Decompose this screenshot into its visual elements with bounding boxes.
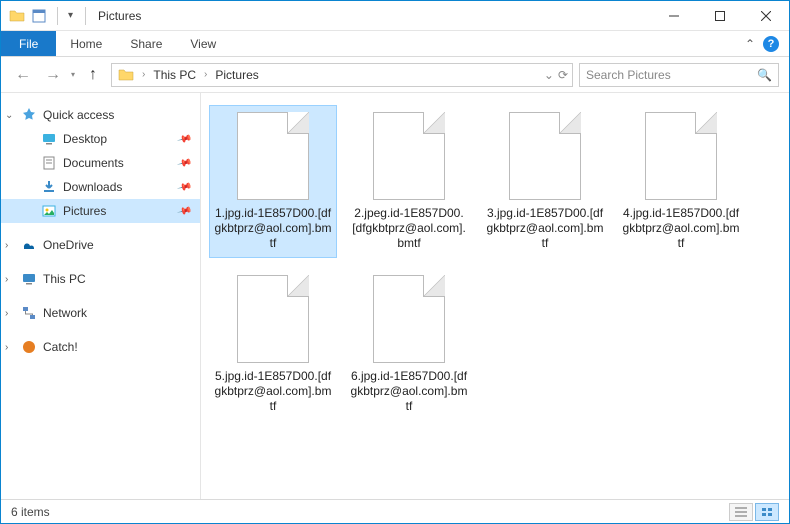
tab-share[interactable]: Share — [116, 31, 176, 56]
qat-separator — [57, 7, 58, 25]
pin-icon: 📌 — [176, 155, 192, 171]
chevron-right-icon[interactable]: › — [200, 69, 211, 80]
file-icon — [237, 275, 309, 363]
close-button[interactable] — [743, 1, 789, 31]
network-icon — [21, 305, 37, 321]
pin-icon: 📌 — [176, 203, 192, 219]
sidebar-item-label: Desktop — [63, 132, 107, 146]
file-name: 6.jpg.id-1E857D00.[dfgkbtprz@aol.com].bm… — [350, 369, 468, 414]
file-item[interactable]: 4.jpg.id-1E857D00.[dfgkbtprz@aol.com].bm… — [617, 105, 745, 258]
sidebar-item-desktop[interactable]: Desktop 📌 — [1, 127, 200, 151]
history-dropdown[interactable]: ▾ — [71, 70, 75, 79]
sidebar-item-label: Downloads — [63, 180, 122, 194]
desktop-icon — [41, 131, 57, 147]
back-button[interactable]: ← — [11, 63, 35, 87]
file-item[interactable]: 3.jpg.id-1E857D00.[dfgkbtprz@aol.com].bm… — [481, 105, 609, 258]
star-icon — [21, 107, 37, 123]
file-icon — [509, 112, 581, 200]
sidebar-thispc[interactable]: › This PC — [1, 267, 200, 291]
breadcrumb-item-pictures[interactable]: Pictures — [213, 68, 260, 82]
qat-customize-arrow[interactable]: ▾ — [68, 10, 73, 21]
search-icon: 🔍 — [757, 68, 772, 82]
icons-view-button[interactable] — [755, 503, 779, 521]
file-icon — [373, 112, 445, 200]
pictures-icon — [41, 203, 57, 219]
file-icon — [373, 275, 445, 363]
onedrive-icon — [21, 237, 37, 253]
expander-icon[interactable]: ⌄ — [5, 110, 15, 121]
navbar: ← → ▾ ↑ › This PC › Pictures ⌄ ⟳ 🔍 — [1, 57, 789, 93]
sidebar-onedrive[interactable]: › OneDrive — [1, 233, 200, 257]
file-item[interactable]: 5.jpg.id-1E857D00.[dfgkbtprz@aol.com].bm… — [209, 268, 337, 421]
help-icon[interactable]: ? — [763, 36, 779, 52]
up-button[interactable]: ↑ — [81, 63, 105, 87]
main: ⌄ Quick access Desktop📌Documents📌Downloa… — [1, 93, 789, 499]
file-icon — [237, 112, 309, 200]
sidebar-item-documents[interactable]: Documents 📌 — [1, 151, 200, 175]
file-item[interactable]: 2.jpeg.id-1E857D00.[dfgkbtprz@aol.com].b… — [345, 105, 473, 258]
refresh-icon[interactable]: ⟳ — [558, 68, 568, 82]
sidebar-item-label: OneDrive — [43, 238, 94, 252]
titlebar: ▾ Pictures — [1, 1, 789, 31]
expander-icon[interactable]: › — [5, 342, 15, 353]
sidebar-item-label: Quick access — [43, 108, 114, 122]
content-pane[interactable]: 1.jpg.id-1E857D00.[dfgkbtprz@aol.com].bm… — [201, 93, 789, 499]
documents-icon — [41, 155, 57, 171]
statusbar: 6 items — [1, 499, 789, 523]
sidebar-item-label: Pictures — [63, 204, 106, 218]
title-separator — [85, 7, 86, 25]
expander-icon[interactable]: › — [5, 308, 15, 319]
sidebar-item-label: Network — [43, 306, 87, 320]
sidebar-catch[interactable]: › Catch! — [1, 335, 200, 359]
pc-icon — [21, 271, 37, 287]
ribbon: File Home Share View ⌃ ? — [1, 31, 789, 57]
breadcrumb[interactable]: › This PC › Pictures ⌄ ⟳ — [111, 63, 573, 87]
maximize-button[interactable] — [697, 1, 743, 31]
file-name: 4.jpg.id-1E857D00.[dfgkbtprz@aol.com].bm… — [622, 206, 740, 251]
sidebar-item-label: Documents — [63, 156, 124, 170]
file-icon — [645, 112, 717, 200]
pin-icon: 📌 — [176, 131, 192, 147]
search-box[interactable]: 🔍 — [579, 63, 779, 87]
file-item[interactable]: 1.jpg.id-1E857D00.[dfgkbtprz@aol.com].bm… — [209, 105, 337, 258]
details-view-button[interactable] — [729, 503, 753, 521]
status-count: 6 items — [11, 505, 50, 519]
file-name: 2.jpeg.id-1E857D00.[dfgkbtprz@aol.com].b… — [350, 206, 468, 251]
file-name: 3.jpg.id-1E857D00.[dfgkbtprz@aol.com].bm… — [486, 206, 604, 251]
catch-icon — [21, 339, 37, 355]
location-folder-icon — [118, 67, 134, 83]
sidebar: ⌄ Quick access Desktop📌Documents📌Downloa… — [1, 93, 201, 499]
tab-view[interactable]: View — [176, 31, 230, 56]
properties-icon[interactable] — [31, 8, 47, 24]
expander-icon[interactable]: › — [5, 240, 15, 251]
minimize-button[interactable] — [651, 1, 697, 31]
tab-home[interactable]: Home — [56, 31, 116, 56]
expander-icon[interactable]: › — [5, 274, 15, 285]
sidebar-item-label: Catch! — [43, 340, 78, 354]
sidebar-item-label: This PC — [43, 272, 86, 286]
pin-icon: 📌 — [176, 179, 192, 195]
folder-icon — [9, 8, 25, 24]
forward-button[interactable]: → — [41, 63, 65, 87]
file-name: 5.jpg.id-1E857D00.[dfgkbtprz@aol.com].bm… — [214, 369, 332, 414]
file-tab[interactable]: File — [1, 31, 56, 56]
sidebar-network[interactable]: › Network — [1, 301, 200, 325]
breadcrumb-dropdown-icon[interactable]: ⌄ — [544, 68, 554, 82]
file-name: 1.jpg.id-1E857D00.[dfgkbtprz@aol.com].bm… — [214, 206, 332, 251]
ribbon-collapse-icon[interactable]: ⌃ — [745, 37, 755, 51]
sidebar-quick-access[interactable]: ⌄ Quick access — [1, 103, 200, 127]
sidebar-item-downloads[interactable]: Downloads 📌 — [1, 175, 200, 199]
breadcrumb-item-thispc[interactable]: This PC — [151, 68, 198, 82]
search-input[interactable] — [586, 68, 751, 82]
file-item[interactable]: 6.jpg.id-1E857D00.[dfgkbtprz@aol.com].bm… — [345, 268, 473, 421]
downloads-icon — [41, 179, 57, 195]
sidebar-item-pictures[interactable]: Pictures 📌 — [1, 199, 200, 223]
window-title: Pictures — [98, 9, 141, 23]
chevron-right-icon[interactable]: › — [138, 69, 149, 80]
